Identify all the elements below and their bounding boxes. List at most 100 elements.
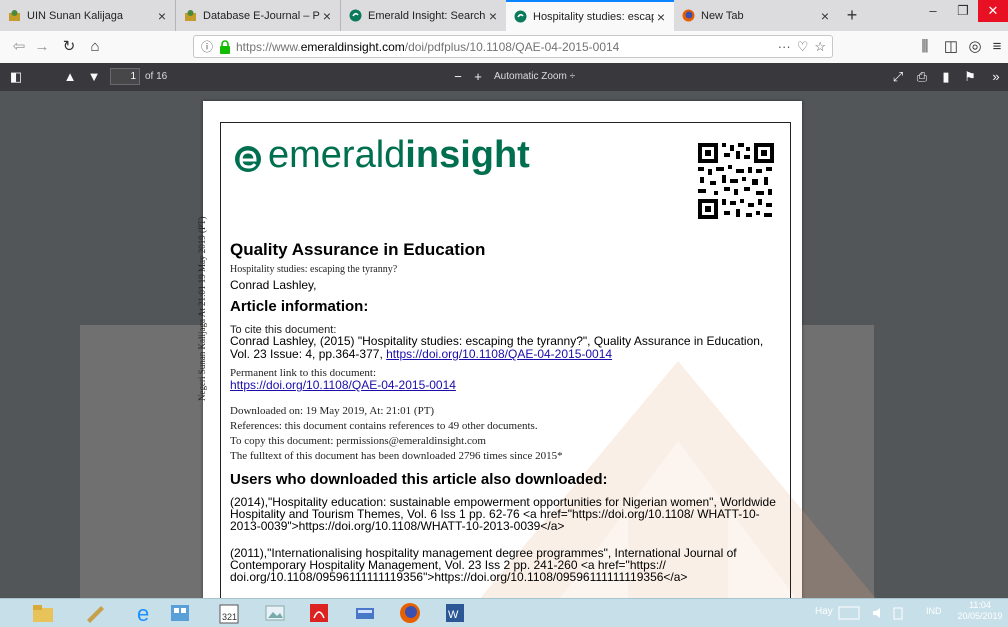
emerald-e-logo-icon [235,145,261,172]
copy-permissions: To copy this document: permissions@emera… [230,435,486,447]
permanent-doi-link[interactable]: https://doi.org/10.1108/QAE-04-2015-0014 [230,378,456,392]
restore-icon[interactable]: ❐ [948,0,978,22]
bookmark-star-icon[interactable]: ☆ [814,39,826,55]
tab-label: Hospitality studies: escaping th [533,10,654,23]
touch-keyboard-icon[interactable] [834,601,864,625]
downloaded-on: Downloaded on: 19 May 2019, At: 21:01 (P… [230,405,435,417]
clock-date: 20/05/2019 [957,611,1003,621]
tab-emerald-search[interactable]: Emerald Insight: Search Results × [341,0,506,31]
citation: Conrad Lashley, (2015) "Hospitality stud… [230,335,780,361]
tab-uin-sunan-kalijaga[interactable]: UIN Sunan Kalijaga × [0,0,176,31]
minimize-icon[interactable]: – [918,0,948,22]
page-count: of 16 [145,71,168,82]
article-author: Conrad Lashley, [230,278,317,292]
tab-new-tab[interactable]: New Tab × [674,0,838,31]
next-page-icon[interactable]: ▼ [86,67,102,87]
window-close-icon[interactable]: ✕ [978,0,1008,22]
fulltext-downloads: The fulltext of this document has been d… [230,450,563,462]
clock-time: 11:04 [969,600,991,610]
file-explorer-icon[interactable] [26,601,60,625]
tab-close-icon[interactable]: × [818,8,832,24]
firefox-taskbar-icon[interactable] [393,601,427,625]
library-icon[interactable]: ⫼ [914,36,936,58]
side-download-stamp: Negeri Sunan Kalijaga At 21:01 19 May 20… [197,216,207,401]
article-title: Hospitality studies: escaping the tyrann… [230,264,398,275]
firefox-icon [682,9,695,22]
references-count: References: this document contains refer… [230,420,538,432]
calendar-icon[interactable]: 321 [212,601,246,625]
also-downloaded-heading: Users who downloaded this article also d… [230,471,608,488]
svg-text:W: W [448,609,459,621]
related-article: (2011),"Internationalising hospitality m… [230,546,737,584]
pdf-toolbar: ◧ ▲ ▼ 1 of 16 − + Automatic Zoom ÷ ⤢ ⎙ ▮… [0,63,1008,91]
tab-label: New Tab [701,9,744,22]
tab-close-icon[interactable]: × [654,9,668,25]
qr-code [696,141,776,221]
page-actions-icon[interactable]: ··· [778,39,791,54]
home-icon[interactable]: ⌂ [84,36,106,58]
windows-taskbar: e 321 W Hay IND 11:04 20/05/2019 [0,598,1008,627]
search-hint: Hay [815,606,833,617]
new-tab-button[interactable]: + [840,3,864,27]
download-icon[interactable]: ▮ [938,67,954,87]
tab-close-icon[interactable]: × [486,8,500,24]
tab-label: UIN Sunan Kalijaga [27,9,124,22]
sidebar-icon[interactable]: ◫ [940,36,962,58]
tools-icon[interactable]: » [988,67,1004,87]
zoom-in-button[interactable]: + [470,67,486,87]
control-panel-icon[interactable] [163,601,197,625]
photos-icon[interactable] [258,601,292,625]
internet-explorer-icon[interactable]: e [128,601,162,625]
tab-label: Database E-Journal – PERPUST/ [203,9,320,22]
address-bar[interactable]: ⓘ https://www. emeraldinsight.com/doi/pdf… [193,35,833,58]
tab-database-ejournal[interactable]: Database E-Journal – PERPUST/ × [176,0,341,31]
page-number-input[interactable]: 1 [110,68,140,85]
url-prefix: https://www. [236,39,301,54]
logo-word-bold: insight [405,134,530,176]
lock-icon [220,39,230,54]
cover-frame: emerald insight Quality Assurance in Edu… [220,122,791,598]
toggle-sidebar-icon[interactable]: ◧ [8,67,24,87]
app-icon[interactable] [78,601,112,625]
battery-icon[interactable] [890,601,906,625]
print-icon[interactable]: ⎙ [914,67,930,87]
pocket-icon[interactable]: ♡ [797,39,809,55]
word-icon[interactable]: W [438,601,472,625]
reload-icon[interactable]: ↻ [58,36,80,58]
clock[interactable]: 11:04 20/05/2019 [955,600,1005,622]
bookmark-icon[interactable]: ⚑ [962,67,978,87]
adobe-reader-icon[interactable] [302,601,336,625]
menu-icon[interactable]: ≡ [986,36,1008,58]
citation-doi-link[interactable]: https://doi.org/10.1108/QAE-04-2015-0014 [386,347,612,361]
uin-favicon-icon [184,9,197,22]
previous-page-icon[interactable]: ▲ [62,67,78,87]
pdf-viewer[interactable]: Negeri Sunan Kalijaga At 21:01 19 May 20… [0,91,1008,598]
volume-icon[interactable] [870,601,886,625]
tab-close-icon[interactable]: × [320,8,334,24]
zoom-select[interactable]: Automatic Zoom ÷ [488,68,581,85]
navigation-toolbar: ⇦ → ↻ ⌂ ⓘ https://www. emeraldinsight.com… [0,31,1008,64]
extension-icon[interactable]: ◎ [964,36,986,58]
svg-text:e: e [137,602,149,624]
forward-icon[interactable]: → [31,36,53,58]
emerald-favicon-icon [349,9,362,22]
keyboard-app-icon[interactable] [348,601,382,625]
language-indicator[interactable]: IND [926,606,942,616]
presentation-mode-icon[interactable]: ⤢ [890,67,906,87]
tab-hospitality-studies[interactable]: Hospitality studies: escaping th × [506,0,674,31]
uin-favicon-icon [8,9,21,22]
svg-text:321: 321 [222,612,237,622]
url-domain: emeraldinsight.com [300,39,405,54]
journal-title: Quality Assurance in Education [230,240,486,259]
tab-strip: UIN Sunan Kalijaga × Database E-Journal … [0,0,1008,31]
logo-word-light: emerald [268,134,406,176]
zoom-out-button[interactable]: − [450,67,466,87]
back-icon[interactable]: ⇦ [8,36,30,58]
article-information-heading: Article information: [230,298,369,315]
info-icon[interactable]: ⓘ [198,38,216,55]
tab-close-icon[interactable]: × [155,8,169,24]
emerald-insight-logo: emerald insight [234,134,530,177]
pdf-page: Negeri Sunan Kalijaga At 21:01 19 May 20… [197,101,876,598]
tab-label: Emerald Insight: Search Results [368,9,486,22]
related-article: (2014),"Hospitality education: sustainab… [230,495,776,533]
